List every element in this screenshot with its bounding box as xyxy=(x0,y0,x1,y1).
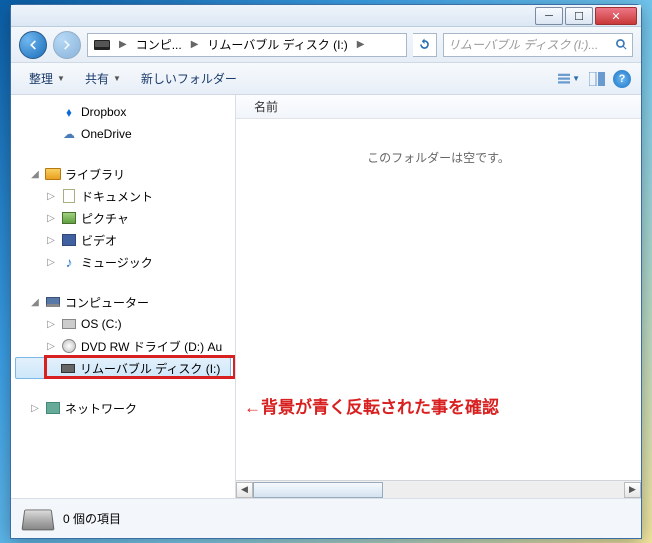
view-icon xyxy=(558,72,570,86)
expand-icon[interactable]: ▷ xyxy=(29,403,41,414)
chevron-down-icon: ▼ xyxy=(57,74,65,83)
horizontal-scrollbar[interactable]: ◀ ▶ xyxy=(236,480,641,498)
expand-icon[interactable]: ▷ xyxy=(45,341,57,352)
tree-item-computer[interactable]: ◢コンピューター xyxy=(11,291,235,313)
scroll-left-button[interactable]: ◀ xyxy=(236,482,253,498)
expand-icon[interactable]: ▷ xyxy=(45,235,57,246)
tree-item-dvd-d[interactable]: ▷DVD RW ドライブ (D:) Au xyxy=(11,335,235,357)
video-icon xyxy=(62,234,76,246)
tree-item-pictures[interactable]: ▷ピクチャ xyxy=(11,207,235,229)
library-icon xyxy=(45,168,61,180)
document-icon xyxy=(63,189,75,203)
chevron-right-icon: ▶ xyxy=(354,39,368,50)
breadcrumb-removable[interactable]: リムーバブル ディスク (I:) xyxy=(203,34,351,56)
breadcrumb[interactable]: ▶ コンピ... ▶ リムーバブル ディスク (I:) ▶ xyxy=(87,33,407,57)
usb-drive-icon xyxy=(61,364,75,373)
breadcrumb-computer[interactable]: コンピ... xyxy=(132,34,186,56)
chevron-right-icon: ▶ xyxy=(188,39,202,50)
refresh-button[interactable] xyxy=(413,33,437,57)
tree-item-music[interactable]: ▷♪ミュージック xyxy=(11,251,235,273)
refresh-icon xyxy=(418,38,431,51)
expand-icon[interactable]: ▷ xyxy=(45,257,57,268)
preview-pane-button[interactable] xyxy=(585,68,609,90)
tree-item-removable-i[interactable]: リムーバブル ディスク (I:) xyxy=(15,357,231,379)
help-button[interactable]: ? xyxy=(613,70,631,88)
annotation-text: ←背景が青く反転された事を確認 xyxy=(244,393,499,418)
view-mode-button[interactable]: ▼ xyxy=(557,68,581,90)
expand-icon[interactable]: ▷ xyxy=(45,319,57,330)
search-placeholder: リムーバブル ディスク (I:)... xyxy=(448,36,615,53)
chevron-down-icon: ▼ xyxy=(572,74,580,83)
hdd-icon xyxy=(62,319,76,329)
scroll-thumb[interactable] xyxy=(253,482,383,498)
status-bar: 0 個の項目 xyxy=(11,498,641,538)
computer-icon xyxy=(46,297,60,307)
body-area: ⬧Dropbox ☁OneDrive ◢ライブラリ ▷ドキュメント ▷ピクチャ … xyxy=(11,95,641,498)
toolbar: 整理▼ 共有▼ 新しいフォルダー ▼ ? xyxy=(11,63,641,95)
maximize-button[interactable]: ☐ xyxy=(565,7,593,25)
arrow-left-icon xyxy=(26,38,40,52)
content-pane: 名前 このフォルダーは空です。 ◀ ▶ xyxy=(236,95,641,498)
tree-item-onedrive[interactable]: ☁OneDrive xyxy=(11,123,235,145)
tree-item-videos[interactable]: ▷ビデオ xyxy=(11,229,235,251)
dropbox-icon: ⬧ xyxy=(61,104,77,120)
search-box[interactable]: リムーバブル ディスク (I:)... xyxy=(443,33,633,57)
forward-button[interactable] xyxy=(53,31,81,59)
tree-item-os-c[interactable]: ▷OS (C:) xyxy=(11,313,235,335)
chevron-down-icon: ▼ xyxy=(113,74,121,83)
scroll-right-button[interactable]: ▶ xyxy=(624,482,641,498)
organize-button[interactable]: 整理▼ xyxy=(21,66,73,91)
share-button[interactable]: 共有▼ xyxy=(77,66,129,91)
drive-large-icon xyxy=(21,509,54,530)
dvd-icon xyxy=(62,339,76,353)
tree-item-dropbox[interactable]: ⬧Dropbox xyxy=(11,101,235,123)
collapse-icon[interactable]: ◢ xyxy=(29,297,41,308)
close-button[interactable]: ✕ xyxy=(595,7,637,25)
column-header-name[interactable]: 名前 xyxy=(236,95,641,119)
navigation-pane[interactable]: ⬧Dropbox ☁OneDrive ◢ライブラリ ▷ドキュメント ▷ピクチャ … xyxy=(11,95,236,498)
item-count-label: 0 個の項目 xyxy=(63,510,121,527)
minimize-button[interactable]: ─ xyxy=(535,7,563,25)
collapse-icon[interactable]: ◢ xyxy=(29,169,41,180)
back-button[interactable] xyxy=(19,31,47,59)
tree-item-network[interactable]: ▷ネットワーク xyxy=(11,397,235,419)
empty-folder-message: このフォルダーは空です。 xyxy=(236,119,641,480)
expand-icon[interactable]: ▷ xyxy=(45,191,57,202)
scroll-track[interactable] xyxy=(253,482,624,498)
music-icon: ♪ xyxy=(61,254,77,270)
expand-icon[interactable]: ▷ xyxy=(45,213,57,224)
new-folder-button[interactable]: 新しいフォルダー xyxy=(133,66,245,91)
tree-item-libraries[interactable]: ◢ライブラリ xyxy=(11,163,235,185)
cloud-icon: ☁ xyxy=(61,126,77,142)
network-icon xyxy=(46,402,60,414)
chevron-right-icon: ▶ xyxy=(116,39,130,50)
nav-row: ▶ コンピ... ▶ リムーバブル ディスク (I:) ▶ リムーバブル ディス… xyxy=(11,27,641,63)
drive-icon xyxy=(94,40,110,50)
search-icon xyxy=(615,38,628,51)
pane-icon xyxy=(589,72,605,86)
titlebar: ─ ☐ ✕ xyxy=(11,5,641,27)
picture-icon xyxy=(62,212,76,224)
explorer-window: ─ ☐ ✕ ▶ コンピ... ▶ リムーバブル ディスク (I:) ▶ リムーバ… xyxy=(10,4,642,539)
arrow-right-icon xyxy=(60,38,74,52)
tree-item-documents[interactable]: ▷ドキュメント xyxy=(11,185,235,207)
